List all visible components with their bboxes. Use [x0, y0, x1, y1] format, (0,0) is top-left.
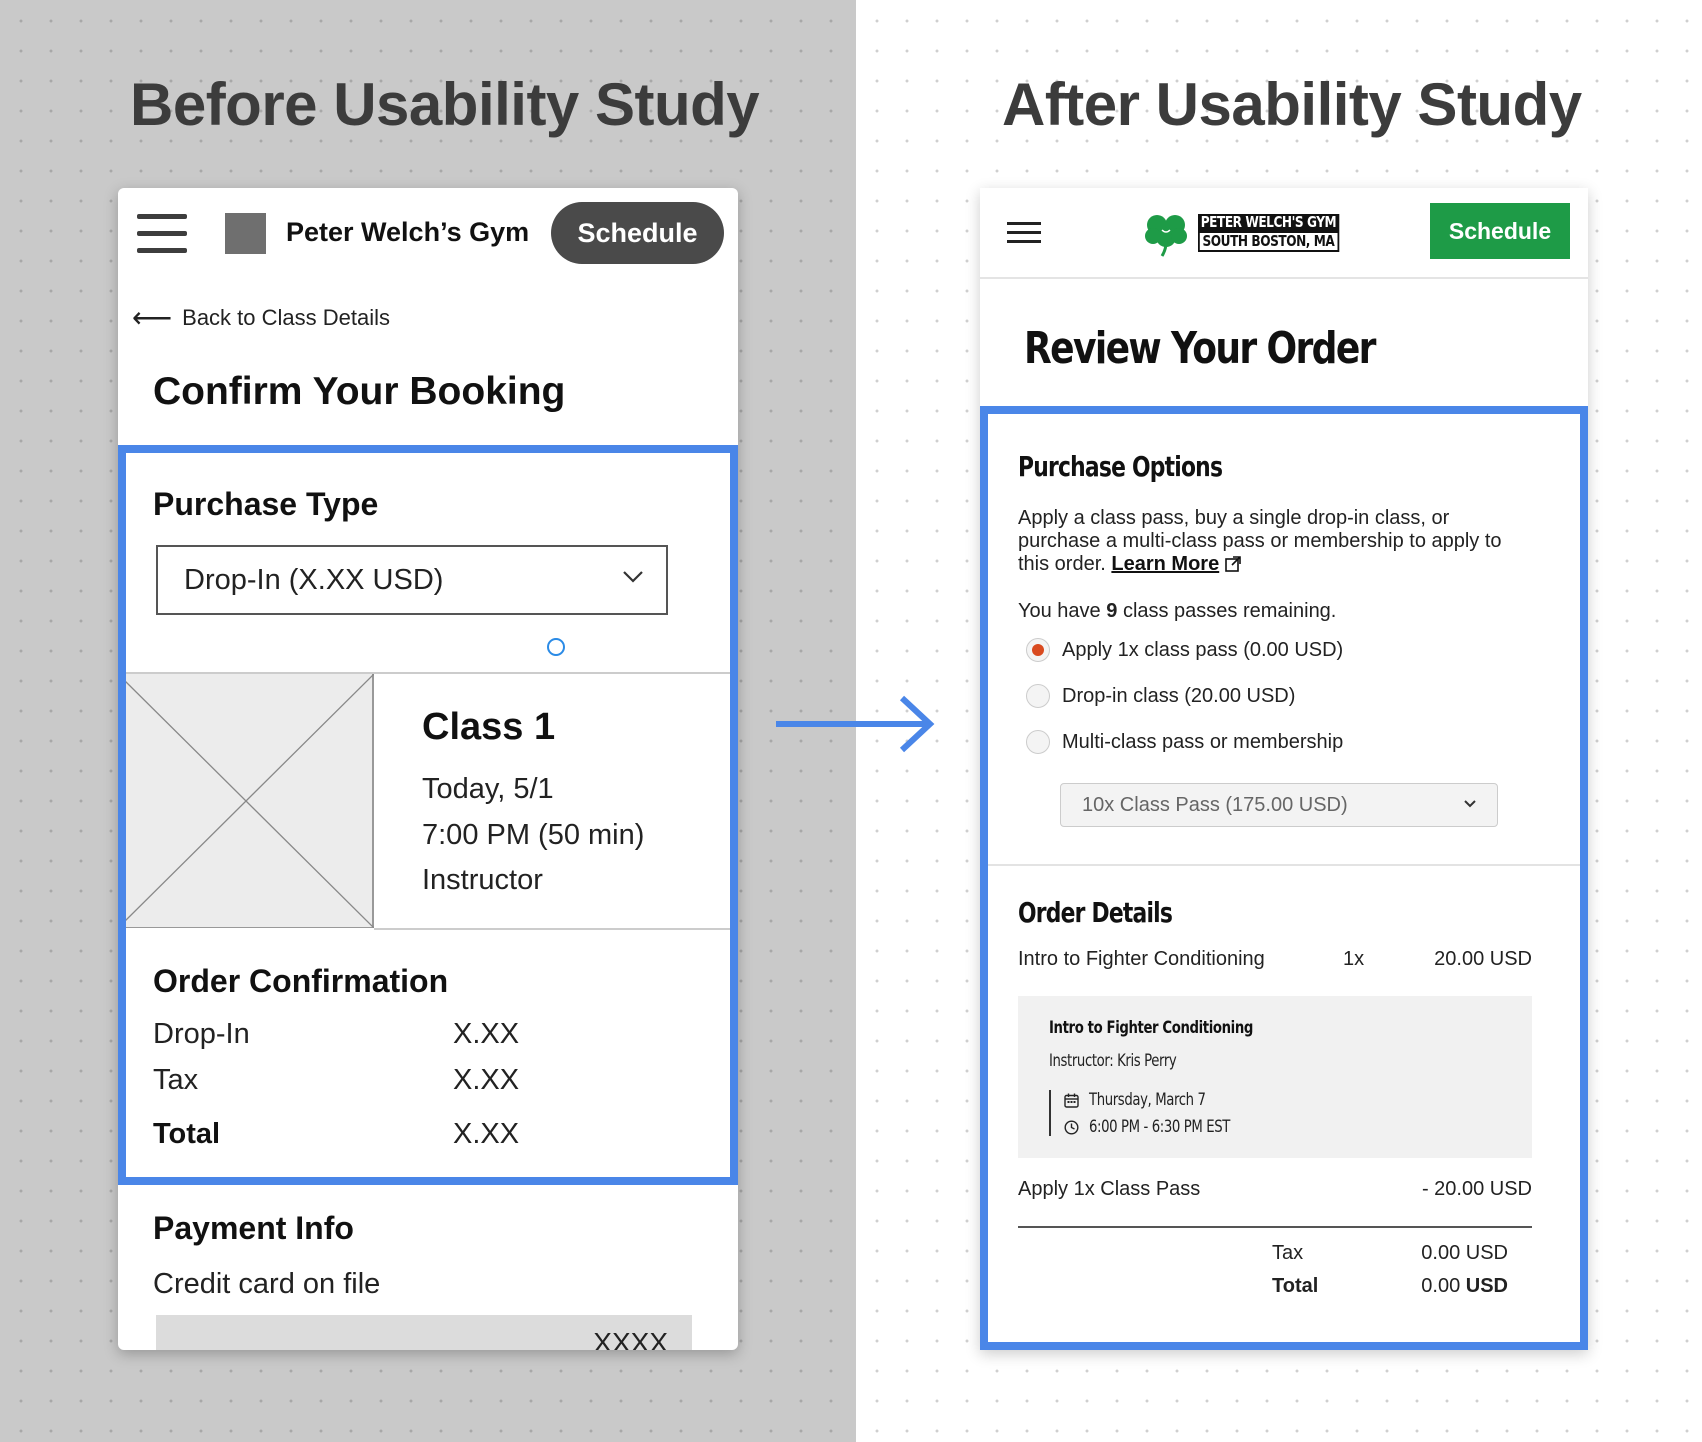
card-time: 6:00 PM - 6:30 PM EST [1089, 1117, 1230, 1137]
divider [988, 864, 1580, 866]
order-item-price: 20.00 USD [1434, 948, 1532, 970]
radio-selected-icon[interactable] [1026, 638, 1050, 662]
chevron-down-icon [623, 571, 643, 583]
chevron-down-icon [1464, 800, 1476, 808]
class-date: Today, 5/1 [422, 773, 554, 805]
divider [374, 928, 738, 930]
page-title: Review Your Order [1024, 323, 1376, 374]
order-row-value: X.XX [453, 1018, 520, 1050]
page-title: Confirm Your Booking [153, 370, 566, 413]
changed-area-highlight: Purchase Options Apply a class pass, buy… [980, 406, 1588, 1350]
purchase-options-title: Purchase Options [1018, 450, 1223, 483]
total-value: 0.00 USD [1421, 1275, 1508, 1298]
shamrock-icon [1145, 215, 1187, 257]
after-study-title: After Usability Study [1002, 71, 1582, 138]
order-total-value: X.XX [453, 1118, 520, 1150]
passes-remaining: You have 9 class passes remaining. [1018, 600, 1336, 623]
total-label: Total [1272, 1275, 1319, 1297]
purchase-type-value: Drop-In (X.XX USD) [184, 563, 444, 596]
card-mask: XXXX [593, 1327, 668, 1350]
tax-row: Tax 0.00 USD [1272, 1242, 1508, 1265]
calendar-icon [1064, 1093, 1079, 1108]
logo-line-1: PETER WELCH'S GYM [1198, 214, 1339, 231]
class-time: 7:00 PM (50 min) [422, 819, 645, 851]
app-header: PETER WELCH'S GYM SOUTH BOSTON, MA Sched… [980, 188, 1588, 279]
class-image-placeholder [118, 673, 375, 929]
tax-label: Tax [1272, 1242, 1304, 1264]
radio-multi-class[interactable]: Multi-class pass or membership [1026, 730, 1343, 754]
logo-line-2: SOUTH BOSTON, MA [1198, 231, 1339, 252]
card-instructor: Instructor: Kris Perry [1049, 1051, 1177, 1071]
passes-suffix: class passes remaining. [1122, 600, 1337, 622]
discount-value: - 20.00 USD [1421, 1178, 1532, 1200]
radio-unselected-icon[interactable] [1026, 684, 1050, 708]
card-class-title: Intro to Fighter Conditioning [1049, 1018, 1253, 1038]
purchase-type-title: Purchase Type [153, 486, 379, 522]
total-row: Total 0.00 USD [1272, 1275, 1508, 1298]
payment-subtitle: Credit card on file [153, 1268, 381, 1300]
schedule-button[interactable]: Schedule [1430, 203, 1570, 259]
purchase-options-description: Apply a class pass, buy a single drop-in… [1018, 507, 1518, 576]
order-row-value: X.XX [453, 1064, 520, 1096]
order-item-row: Intro to Fighter Conditioning 1x 20.00 U… [1018, 948, 1532, 971]
before-study-title: Before Usability Study [130, 71, 760, 138]
after-mockup: PETER WELCH'S GYM SOUTH BOSTON, MA Sched… [980, 188, 1588, 1350]
clock-icon [1064, 1119, 1079, 1135]
card-date-row: Thursday, March 7 [1064, 1090, 1238, 1110]
multi-class-select-value: 10x Class Pass (175.00 USD) [1082, 793, 1348, 816]
hamburger-menu-icon[interactable] [1007, 222, 1041, 244]
back-link-label: Back to Class Details [182, 305, 390, 330]
discount-row: Apply 1x Class Pass - 20.00 USD [1018, 1178, 1532, 1201]
cursor-indicator-icon [547, 638, 565, 656]
order-row-label: Tax [153, 1064, 199, 1096]
hamburger-menu-icon[interactable] [137, 214, 187, 254]
class-instructor: Instructor [422, 864, 543, 896]
arrow-right-icon [776, 695, 935, 753]
card-date: Thursday, March 7 [1089, 1090, 1206, 1110]
total-currency: USD [1465, 1275, 1508, 1297]
purchase-type-select[interactable]: Drop-In (X.XX USD) [156, 545, 668, 615]
radio-apply-class-pass[interactable]: Apply 1x class pass (0.00 USD) [1026, 638, 1343, 662]
schedule-button[interactable]: Schedule [551, 202, 724, 264]
radio-label: Multi-class pass or membership [1062, 730, 1344, 753]
credit-card-field[interactable]: XXXX [156, 1315, 692, 1350]
order-item-name: Intro to Fighter Conditioning [1018, 948, 1265, 970]
order-details-title: Order Details [1018, 896, 1173, 929]
radio-label: Drop-in class (20.00 USD) [1062, 684, 1296, 707]
before-wireframe: Peter Welch’s Gym Schedule ⟵ Back to Cla… [118, 188, 738, 1350]
total-divider [1018, 1226, 1532, 1228]
learn-more-label: Learn More [1111, 553, 1220, 575]
discount-label: Apply 1x Class Pass [1018, 1178, 1201, 1200]
card-time-row: 6:00 PM - 6:30 PM EST [1064, 1117, 1270, 1137]
radio-unselected-icon[interactable] [1026, 730, 1050, 754]
description-text: Apply a class pass, buy a single drop-in… [1018, 507, 1502, 575]
class-name: Class 1 [422, 706, 556, 748]
order-total-label: Total [153, 1118, 221, 1150]
order-confirmation-title: Order Confirmation [153, 963, 449, 999]
multi-class-select[interactable]: 10x Class Pass (175.00 USD) [1060, 783, 1498, 827]
order-item-qty: 1x [1343, 948, 1365, 970]
external-link-icon [1224, 556, 1241, 572]
image-placeholder-icon [118, 673, 375, 929]
gym-logo[interactable]: PETER WELCH'S GYM SOUTH BOSTON, MA [1140, 208, 1355, 258]
passes-prefix: You have [1018, 600, 1101, 622]
total-amount: 0.00 [1421, 1275, 1461, 1297]
radio-drop-in[interactable]: Drop-in class (20.00 USD) [1026, 684, 1295, 708]
radio-label: Apply 1x class pass (0.00 USD) [1062, 638, 1344, 661]
divider [1049, 1090, 1051, 1136]
order-row-label: Drop-In [153, 1018, 250, 1050]
logo-placeholder [225, 213, 266, 254]
arrow-left-icon: ⟵ [132, 302, 173, 333]
passes-count: 9 [1106, 600, 1118, 622]
learn-more-link[interactable]: Learn More [1111, 553, 1219, 575]
class-details-card: Intro to Fighter Conditioning Instructor… [1018, 996, 1532, 1158]
tax-value: 0.00 USD [1421, 1242, 1508, 1264]
gym-name: Peter Welch’s Gym [286, 217, 530, 247]
back-link[interactable]: ⟵ Back to Class Details [132, 302, 390, 333]
payment-info-title: Payment Info [153, 1210, 354, 1246]
